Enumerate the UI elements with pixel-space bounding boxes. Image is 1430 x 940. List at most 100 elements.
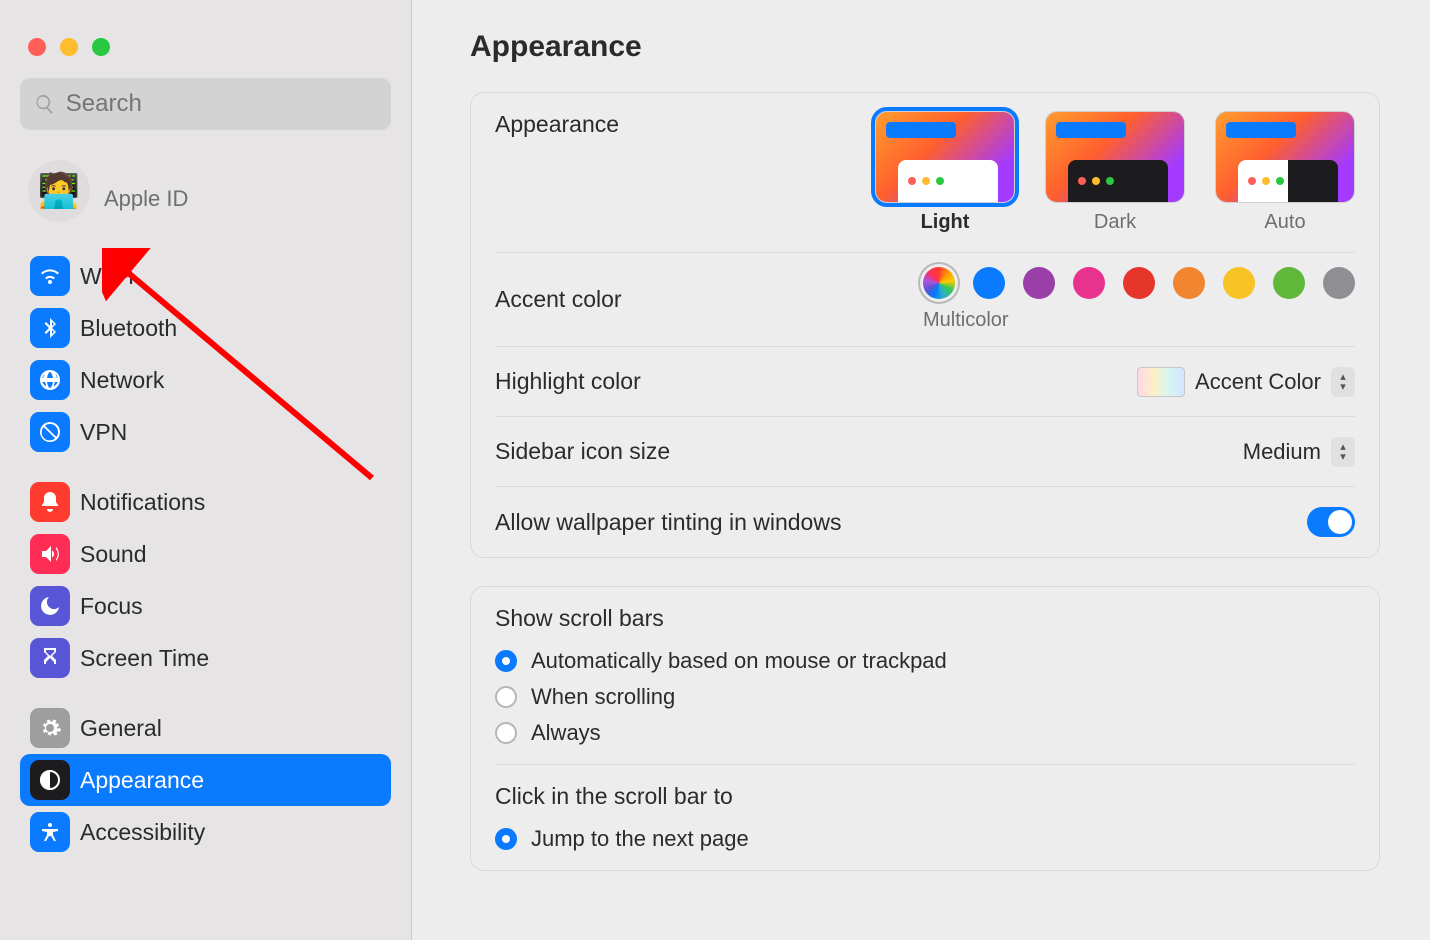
search-input[interactable] (66, 90, 377, 118)
search-icon (34, 92, 56, 116)
scrollbars-option-auto[interactable]: Automatically based on mouse or trackpad (495, 648, 1355, 674)
accent-selected-label: Multicolor (923, 309, 1009, 332)
appearance-icon (30, 760, 70, 800)
sidebar-item-label: Appearance (80, 767, 204, 794)
appearance-options: Light Dark Auto (875, 111, 1355, 234)
speaker-icon (30, 534, 70, 574)
sidebar-item-notifications[interactable]: Notifications (20, 476, 391, 528)
accent-multicolor[interactable] (923, 267, 955, 299)
main-content: Appearance Appearance Light Dark (412, 0, 1430, 940)
appearance-thumb-auto (1215, 111, 1355, 203)
bluetooth-icon (30, 308, 70, 348)
sidebar-item-accessibility[interactable]: Accessibility (20, 806, 391, 858)
scrollbars-option-when-scrolling[interactable]: When scrolling (495, 684, 1355, 710)
sidebar-item-label: Sound (80, 541, 147, 568)
zoom-icon[interactable] (92, 38, 110, 56)
highlight-color-value: Accent Color (1195, 369, 1321, 395)
scroll-panel: Show scroll bars Automatically based on … (470, 586, 1380, 871)
minimize-icon[interactable] (60, 38, 78, 56)
scrollbars-title: Show scroll bars (495, 605, 1355, 632)
vpn-icon (30, 412, 70, 452)
radio-icon (495, 828, 517, 850)
radio-icon (495, 722, 517, 744)
bell-icon (30, 482, 70, 522)
sidebar-item-label: Screen Time (80, 645, 209, 672)
sidebar-item-general[interactable]: General (20, 702, 391, 754)
radio-icon (495, 650, 517, 672)
accent-orange[interactable] (1173, 267, 1205, 299)
sidebar-icon-size-stepper[interactable]: ▴▾ (1331, 437, 1355, 467)
radio-label: Automatically based on mouse or trackpad (531, 648, 947, 674)
gear-icon (30, 708, 70, 748)
scrollbars-group: Show scroll bars Automatically based on … (495, 587, 1355, 765)
window-controls (0, 18, 411, 78)
moon-icon (30, 586, 70, 626)
highlight-swatch (1137, 367, 1185, 397)
sidebar-item-label: Wi-Fi (80, 263, 134, 290)
radio-icon (495, 686, 517, 708)
sidebar-item-appearance[interactable]: Appearance (20, 754, 391, 806)
accent-graphite[interactable] (1323, 267, 1355, 299)
appearance-option-light[interactable]: Light (875, 111, 1015, 234)
search-field[interactable] (20, 78, 391, 130)
accent-color-label: Accent color (495, 286, 622, 313)
radio-label: Always (531, 720, 601, 746)
scrollclick-title: Click in the scroll bar to (495, 783, 1355, 810)
appearance-option-label: Dark (1094, 211, 1136, 234)
sidebar-item-label: VPN (80, 419, 127, 446)
sidebar-group-alerts: Notifications Sound Focus Screen Time (0, 476, 411, 684)
apple-id-label: Apple ID (90, 170, 188, 212)
appearance-label: Appearance (495, 111, 619, 138)
radio-label: When scrolling (531, 684, 675, 710)
appearance-panel: Appearance Light Dark (470, 92, 1380, 558)
wifi-icon (30, 256, 70, 296)
appearance-option-dark[interactable]: Dark (1045, 111, 1185, 234)
sidebar-item-label: Focus (80, 593, 143, 620)
sidebar-item-network[interactable]: Network (20, 354, 391, 406)
appearance-option-auto[interactable]: Auto (1215, 111, 1355, 234)
scrollclick-option-next-page[interactable]: Jump to the next page (495, 826, 1355, 852)
avatar: 🧑‍💻 (28, 160, 90, 222)
page-title: Appearance (470, 30, 1380, 64)
sidebar-item-label: General (80, 715, 162, 742)
sidebar: 🧑‍💻 Apple ID Wi-Fi Bluetooth Network VPN… (0, 0, 412, 940)
highlight-color-row: Highlight color Accent Color ▴▾ (495, 347, 1355, 417)
appearance-row: Appearance Light Dark (495, 93, 1355, 253)
sidebar-item-label: Notifications (80, 489, 205, 516)
highlight-color-label: Highlight color (495, 368, 641, 395)
accent-purple[interactable] (1023, 267, 1055, 299)
accent-red[interactable] (1123, 267, 1155, 299)
apple-id-row[interactable]: 🧑‍💻 Apple ID (0, 156, 411, 250)
wallpaper-tinting-toggle[interactable] (1307, 507, 1355, 537)
appearance-option-label: Light (921, 211, 970, 234)
scrollbars-option-always[interactable]: Always (495, 720, 1355, 746)
wallpaper-tinting-row: Allow wallpaper tinting in windows (495, 487, 1355, 557)
sidebar-item-focus[interactable]: Focus (20, 580, 391, 632)
sidebar-item-label: Network (80, 367, 164, 394)
sidebar-item-bluetooth[interactable]: Bluetooth (20, 302, 391, 354)
appearance-thumb-light (875, 111, 1015, 203)
accent-color-options (923, 267, 1355, 299)
sidebar-group-network: Wi-Fi Bluetooth Network VPN (0, 250, 411, 458)
close-icon[interactable] (28, 38, 46, 56)
accessibility-icon (30, 812, 70, 852)
accent-pink[interactable] (1073, 267, 1105, 299)
sidebar-item-label: Bluetooth (80, 315, 177, 342)
wallpaper-tinting-label: Allow wallpaper tinting in windows (495, 509, 841, 536)
sidebar-item-vpn[interactable]: VPN (20, 406, 391, 458)
hourglass-icon (30, 638, 70, 678)
sidebar-item-wifi[interactable]: Wi-Fi (20, 250, 391, 302)
sidebar-group-system: General Appearance Accessibility (0, 702, 411, 858)
accent-color-row: Accent color Multicolor (495, 253, 1355, 347)
sidebar-item-sound[interactable]: Sound (20, 528, 391, 580)
accent-blue[interactable] (973, 267, 1005, 299)
appearance-thumb-dark (1045, 111, 1185, 203)
globe-icon (30, 360, 70, 400)
sidebar-item-screen-time[interactable]: Screen Time (20, 632, 391, 684)
radio-label: Jump to the next page (531, 826, 749, 852)
accent-yellow[interactable] (1223, 267, 1255, 299)
accent-green[interactable] (1273, 267, 1305, 299)
appearance-option-label: Auto (1264, 211, 1305, 234)
highlight-color-stepper[interactable]: ▴▾ (1331, 367, 1355, 397)
scrollclick-group: Click in the scroll bar to Jump to the n… (495, 765, 1355, 870)
